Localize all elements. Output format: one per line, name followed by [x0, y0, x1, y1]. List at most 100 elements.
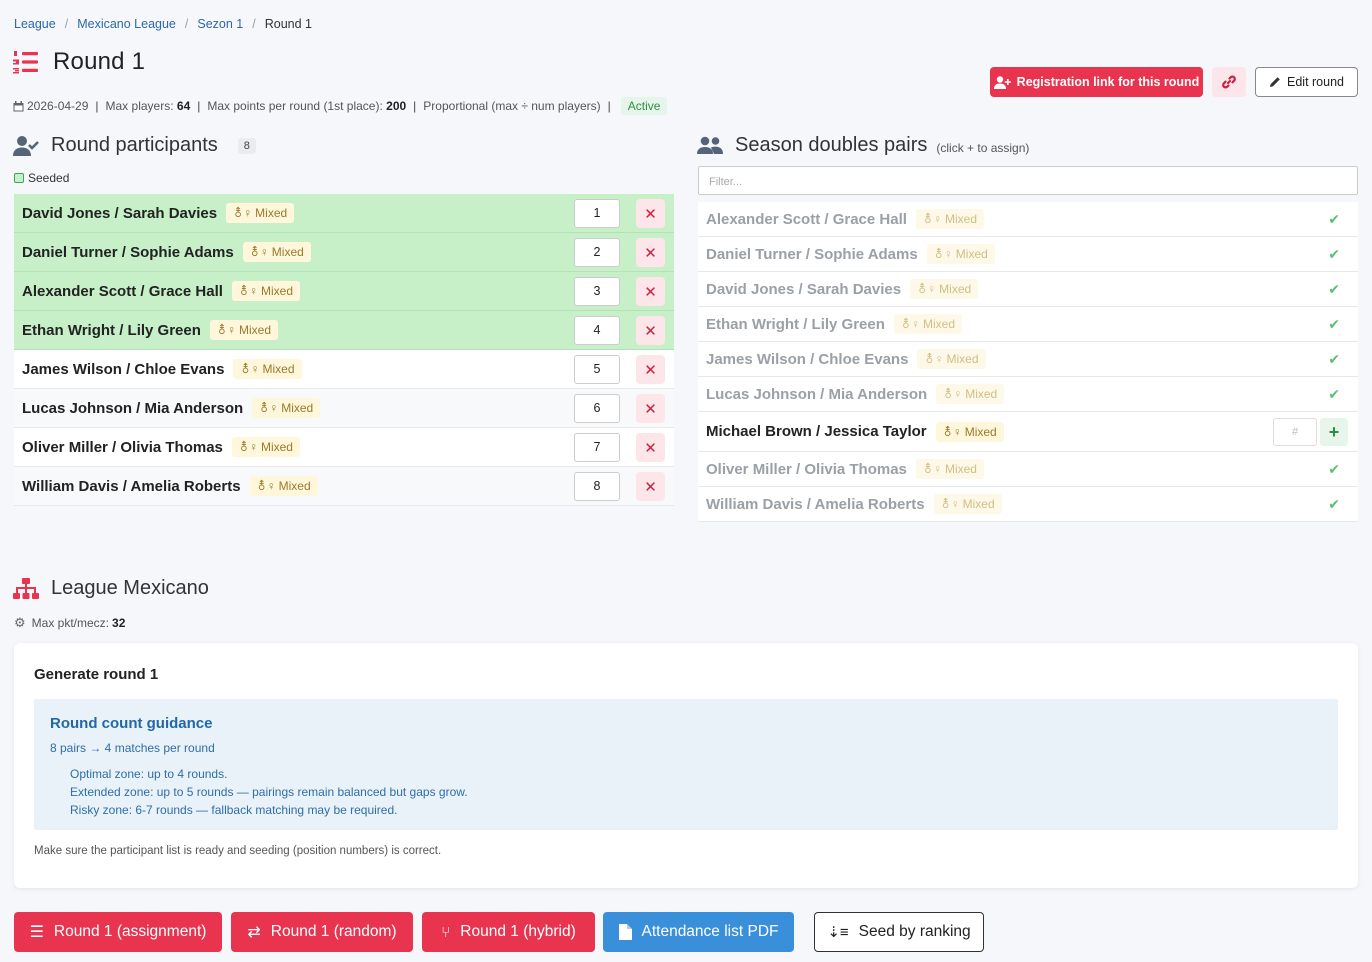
pair-row: Ethan Wright / Lily Green ⚨♀ Mixed ✔	[698, 307, 1358, 342]
remove-participant-button[interactable]: ✕	[636, 355, 665, 384]
max-points-match-value: 32	[112, 616, 126, 630]
edit-round-button[interactable]: Edit round	[1255, 67, 1358, 97]
seed-input[interactable]: 5	[574, 355, 620, 384]
participant-row: James Wilson / Chloe Evans ⚨♀ Mixed 5 ✕	[14, 350, 674, 389]
participant-name: Lucas Johnson / Mia Anderson	[22, 399, 244, 417]
gender-icon: ⚨♀	[238, 440, 258, 454]
pair-row: David Jones / Sarah Davies ⚨♀ Mixed ✔	[698, 272, 1358, 307]
round-random-label: Round 1 (random)	[270, 923, 397, 940]
close-icon: ✕	[644, 439, 657, 457]
participant-row: Daniel Turner / Sophie Adams ⚨♀ Mixed 2 ✕	[14, 233, 674, 272]
remove-participant-button[interactable]: ✕	[636, 316, 665, 345]
breadcrumb-season[interactable]: Sezon 1	[197, 17, 243, 31]
breadcrumb-current: Round 1	[264, 17, 312, 31]
attendance-pdf-button[interactable]: Attendance list PDF	[603, 912, 794, 952]
pair-row: Daniel Turner / Sophie Adams ⚨♀ Mixed ✔	[698, 237, 1358, 272]
round-hybrid-button[interactable]: ⑂ Round 1 (hybrid)	[422, 912, 595, 952]
mixed-label: Mixed	[946, 352, 979, 366]
gender-icon: ⚨♀	[922, 462, 942, 476]
max-points-match-label: Max pkt/mecz:	[31, 616, 110, 630]
round-meta: 2026-04-29 | Max players: 64 | Max point…	[13, 97, 668, 115]
breadcrumb-mexicano-league[interactable]: Mexicano League	[77, 17, 176, 31]
gender-icon: ⚨♀	[249, 245, 269, 259]
attendance-pdf-label: Attendance list PDF	[641, 923, 779, 940]
seed-input[interactable]: 1	[574, 199, 620, 228]
pair-name: James Wilson / Chloe Evans	[706, 350, 909, 368]
seed-number-input[interactable]: #	[1273, 418, 1317, 446]
link-icon	[1222, 75, 1236, 89]
participants-header: Round participants 8	[13, 134, 256, 157]
gender-icon: ⚨♀	[216, 323, 236, 337]
seed-input[interactable]: 3	[574, 277, 620, 306]
seed-input[interactable]: 4	[574, 316, 620, 345]
participants-title: Round participants	[51, 134, 218, 156]
mixed-badge: ⚨♀ Mixed	[249, 476, 318, 496]
generate-round-title: Generate round 1	[34, 666, 159, 683]
mexicano-header: League Mexicano	[13, 577, 209, 600]
breadcrumb-separator: /	[252, 17, 256, 31]
seed-input[interactable]: 2	[574, 238, 620, 267]
participant-name: Daniel Turner / Sophie Adams	[22, 243, 234, 261]
seed-input[interactable]: 6	[574, 394, 620, 423]
check-icon: ✔	[1328, 210, 1340, 227]
remove-participant-button[interactable]: ✕	[636, 394, 665, 423]
mixed-badge: ⚨♀ Mixed	[242, 242, 311, 262]
close-icon: ✕	[644, 283, 657, 301]
pair-name: Daniel Turner / Sophie Adams	[706, 245, 918, 263]
pairs-list: Alexander Scott / Grace Hall ⚨♀ Mixed ✔ D…	[698, 202, 1358, 522]
mixed-badge: ⚨♀ Mixed	[936, 384, 1005, 404]
mixed-badge: ⚨♀ Mixed	[926, 244, 995, 264]
mixed-badge: ⚨♀ Mixed	[233, 359, 302, 379]
mixed-label: Mixed	[965, 387, 998, 401]
pair-row: Lucas Johnson / Mia Anderson ⚨♀ Mixed ✔	[698, 377, 1358, 412]
mixed-badge: ⚨♀ Mixed	[910, 279, 979, 299]
check-icon: ✔	[1328, 460, 1340, 477]
gender-icon: ⚨♀	[942, 424, 962, 439]
check-icon: ✔	[1328, 350, 1340, 367]
pairs-title: Season doubles pairs	[735, 134, 928, 156]
remove-participant-button[interactable]: ✕	[636, 472, 665, 501]
remove-participant-button[interactable]: ✕	[636, 199, 665, 228]
seed-input[interactable]: 7	[574, 433, 620, 462]
zone-risky: Risky zone: 6-7 rounds — fallback matchi…	[70, 803, 398, 817]
mixed-label: Mixed	[271, 245, 304, 259]
round-assignment-button[interactable]: ☰ Round 1 (assignment)	[14, 912, 222, 952]
remove-participant-button[interactable]: ✕	[636, 277, 665, 306]
mixed-badge: ⚨♀ Mixed	[917, 349, 986, 369]
registration-link-label: Registration link for this round	[1016, 75, 1200, 89]
seed-by-ranking-button[interactable]: ⇣≡ Seed by ranking	[814, 912, 984, 952]
round-random-button[interactable]: ⇄ Round 1 (random)	[231, 912, 413, 952]
gender-icon: ⚨♀	[238, 284, 258, 298]
gender-icon: ⚨♀	[922, 212, 942, 226]
round-guidance-box: Round count guidance 8 pairs → 4 matches…	[34, 699, 1338, 830]
users-icon	[697, 136, 723, 154]
mixed-label: Mixed	[260, 284, 293, 298]
pair-name: Oliver Miller / Olivia Thomas	[706, 460, 907, 478]
mexicano-title: League Mexicano	[51, 577, 209, 599]
participant-name: David Jones / Sarah Davies	[22, 204, 218, 222]
participants-list: David Jones / Sarah Davies ⚨♀ Mixed 1 ✕ D…	[14, 194, 674, 506]
copy-link-button[interactable]	[1212, 67, 1246, 97]
shuffle-icon: ⇄	[247, 924, 261, 941]
seed-input[interactable]: 8	[574, 472, 620, 501]
participant-name: Ethan Wright / Lily Green	[22, 321, 201, 339]
breadcrumb-league[interactable]: League	[14, 17, 56, 31]
breadcrumb: League / Mexicano League / Sezon 1 / Rou…	[14, 17, 312, 31]
registration-link-button[interactable]: Registration link for this round	[990, 67, 1203, 97]
mixed-badge: ⚨♀ Mixed	[226, 203, 295, 223]
mexicano-settings: ⚙ Max pkt/mecz: 32	[14, 615, 125, 631]
participants-count: 8	[237, 137, 256, 154]
mixed-label: Mixed	[278, 479, 311, 493]
seeded-legend-label: Seeded	[28, 171, 70, 185]
assign-pair-button[interactable]: +	[1320, 418, 1348, 446]
pair-name: William Davis / Amelia Roberts	[706, 495, 925, 513]
pairs-filter-input[interactable]: Filter...	[698, 166, 1358, 195]
file-pdf-icon	[618, 924, 632, 940]
sitemap-icon	[13, 577, 39, 599]
remove-participant-button[interactable]: ✕	[636, 238, 665, 267]
check-icon: ✔	[1328, 495, 1340, 512]
close-icon: ✕	[644, 400, 657, 418]
mixed-label: Mixed	[255, 206, 288, 220]
participant-name: William Davis / Amelia Roberts	[22, 477, 241, 495]
remove-participant-button[interactable]: ✕	[636, 433, 665, 462]
